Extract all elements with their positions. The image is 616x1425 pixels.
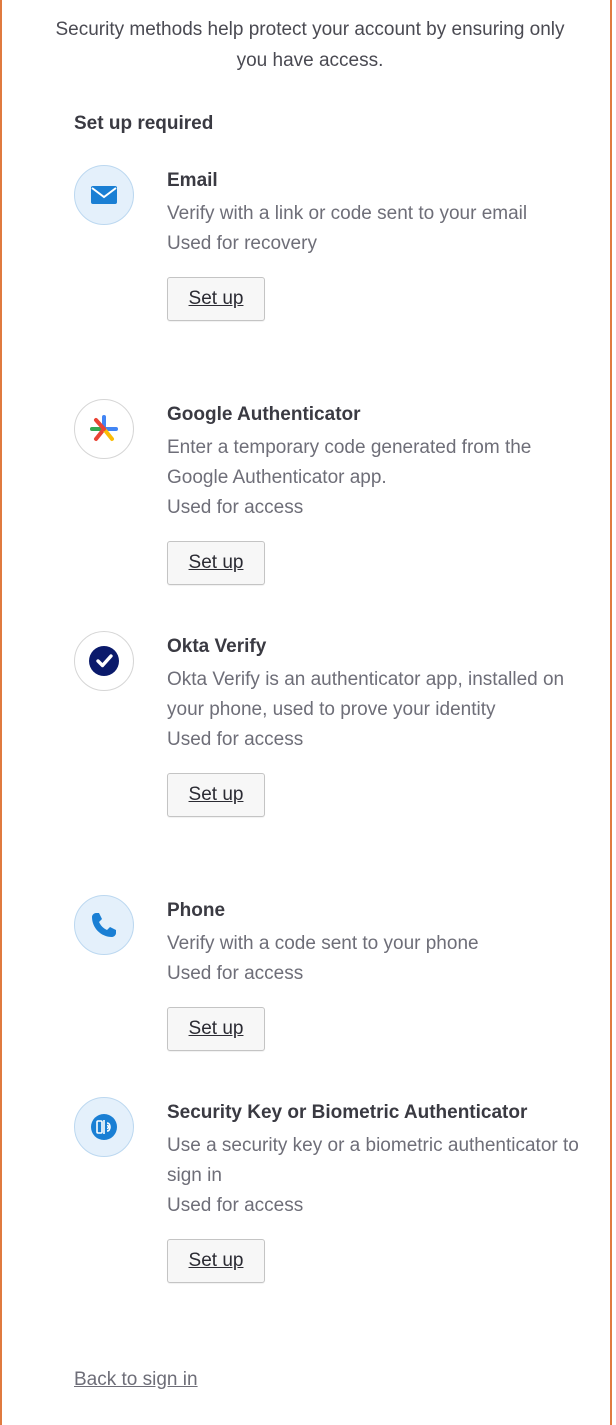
method-usage: Used for access <box>167 729 304 750</box>
method-description: Enter a temporary code generated from th… <box>167 437 532 488</box>
setup-google-authenticator-button[interactable]: Set up <box>167 541 265 585</box>
email-icon <box>74 165 134 225</box>
setup-security-key-button[interactable]: Set up <box>167 1239 265 1283</box>
phone-icon <box>74 895 134 955</box>
intro-text: Security methods help protect your accou… <box>55 19 565 71</box>
method-title: Okta Verify <box>167 636 267 657</box>
back-to-sign-in-link[interactable]: Back to sign in <box>74 1369 198 1391</box>
google-authenticator-icon <box>74 399 134 459</box>
okta-verify-icon <box>74 631 134 691</box>
method-title: Phone <box>167 900 226 921</box>
method-description: Okta Verify is an authenticator app, ins… <box>167 669 565 720</box>
page-frame: Security methods help protect your accou… <box>0 0 612 1425</box>
setup-email-button[interactable]: Set up <box>167 277 265 321</box>
section-title: Set up required <box>74 113 214 134</box>
method-usage: Used for access <box>167 963 304 984</box>
method-title: Security Key or Biometric Authenticator <box>167 1102 528 1123</box>
method-usage: Used for access <box>167 497 304 518</box>
security-key-icon <box>74 1097 134 1157</box>
method-usage: Used for access <box>167 1195 304 1216</box>
method-title: Email <box>167 170 218 191</box>
method-description: Use a security key or a biometric authen… <box>167 1135 579 1186</box>
method-description: Verify with a link or code sent to your … <box>167 203 528 224</box>
method-description: Verify with a code sent to your phone <box>167 933 479 954</box>
method-title: Google Authenticator <box>167 404 361 425</box>
method-usage: Used for recovery <box>167 233 317 254</box>
setup-okta-verify-button[interactable]: Set up <box>167 773 265 817</box>
setup-phone-button[interactable]: Set up <box>167 1007 265 1051</box>
